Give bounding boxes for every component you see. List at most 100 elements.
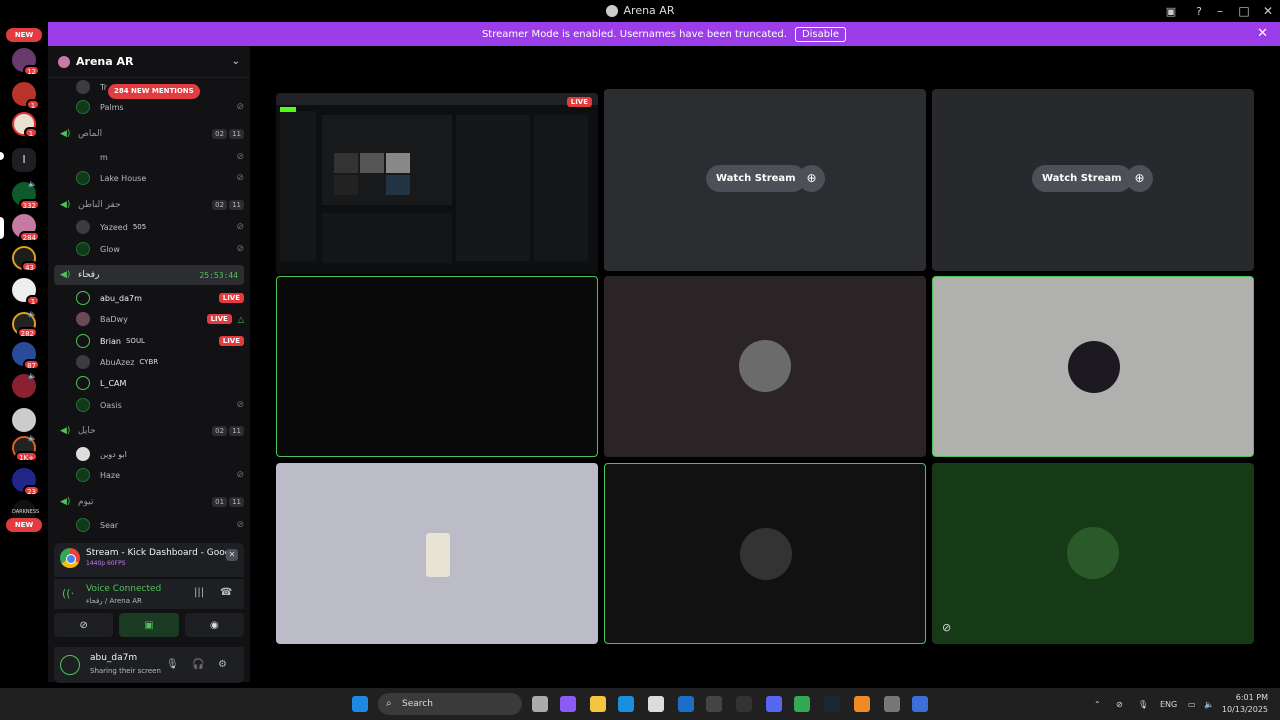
voice-user[interactable]: Glow ⊘ [76,240,244,258]
watch-stream-button[interactable]: Watch Stream [706,165,806,192]
noise-suppression-icon[interactable]: ||| [194,587,204,598]
copilot-icon[interactable] [560,696,576,712]
voice-channel-active[interactable]: ◀) رفحاء 25:53:44 [54,265,244,285]
server-header[interactable]: Arena AR ⌄ [48,46,250,78]
voice-channel[interactable]: ◀) حفر الباطن 02 11 [54,195,244,215]
new-pill[interactable]: NEW [6,28,42,42]
settings-icon[interactable]: ⚙ [218,659,227,670]
speaker-icon: 🔈 [28,310,37,318]
disconnect-icon[interactable]: ☎ [220,587,232,598]
server-icon[interactable]: 12 [12,48,40,76]
watch-stream-button[interactable]: Watch Stream [1032,165,1132,192]
server-icon [58,55,70,68]
voice-user[interactable]: ابو دوين [76,445,244,463]
avatar[interactable] [60,655,80,675]
inbox-icon[interactable]: ▣ [1162,2,1180,20]
close-window-button[interactable]: ✕ [1256,4,1280,18]
voice-user[interactable]: Haze ⊘ [76,466,244,484]
close-banner-icon[interactable]: ✕ [1257,26,1268,41]
microphone-icon[interactable]: 🎙 [166,659,179,670]
edge-icon[interactable] [618,696,634,712]
voice-user[interactable]: L_CAM [76,374,244,392]
minimize-button[interactable]: – [1208,4,1232,18]
voice-user[interactable]: Brian SOUL LIVE [76,332,244,350]
headphones-icon[interactable]: 🎧 [192,659,204,670]
deafened-icon: ⊘ [236,244,244,254]
steam-icon[interactable] [824,696,840,712]
voice-user[interactable]: Tr [76,78,244,96]
store-icon[interactable] [648,696,664,712]
deafened-icon: ⊘ [236,173,244,183]
server-icon[interactable] [12,408,36,432]
chevron-down-icon[interactable]: ⌄ [232,56,240,67]
server-icon[interactable]: 23 [12,468,40,496]
app-icon[interactable] [884,696,900,712]
voice-location: رفحاء / Arena AR [86,597,142,605]
voice-user[interactable]: Yazeed 505 ⊘ [76,218,244,236]
voice-channel[interactable]: ◀) حايل 02 11 [54,421,244,441]
stream-preview-card[interactable]: Stream - Kick Dashboard - Google C... 14… [54,543,244,577]
clock[interactable]: 6:01 PM 10/13/2025 [1222,692,1268,716]
activity-button[interactable]: ◉ [184,613,244,637]
voice-user[interactable]: BaDwy LIVE △ [76,310,244,328]
stream-screenshot [276,93,598,274]
new-pill[interactable]: NEW [6,518,42,532]
voice-user[interactable]: Oasis ⊘ [76,396,244,414]
voice-channel[interactable]: ◀) تيوم 01 11 [54,492,244,512]
maximize-button[interactable]: □ [1232,4,1256,18]
participant-tile[interactable] [604,463,926,644]
signal-icon[interactable]: ((· [62,587,74,600]
voice-user[interactable]: Sear ⊘ [76,516,244,534]
display-icon[interactable]: ▭ [1188,688,1196,720]
volume-icon[interactable]: 🔈 [1204,688,1214,720]
voice-user[interactable]: abu_da7m LIVE [76,289,244,307]
task-view-icon[interactable] [532,696,548,712]
participant-tile[interactable] [932,276,1254,457]
server-icon[interactable]: 1 [12,82,40,110]
screen-share-button[interactable]: ▣ [119,613,179,637]
app-icon[interactable] [854,696,870,712]
tray-chevron-icon[interactable]: ⌃ [1094,688,1101,720]
server-icon[interactable]: 284 [12,214,40,242]
discord-icon[interactable] [766,696,782,712]
microphone-icon[interactable]: 🎙 [1138,688,1148,720]
speaker-icon: ◀) [60,426,71,436]
outlook-icon[interactable] [678,696,694,712]
server-icon[interactable]: 1 [12,278,40,306]
add-to-stage-icon[interactable]: ⊕ [798,165,825,192]
windows-taskbar: ⌕ Search ⌃ ⊘ 🎙 ENG ▭ 🔈 6:01 PM 10/13/2025 [0,688,1280,720]
server-icon[interactable]: 43 [12,246,38,272]
disable-button[interactable]: Disable [794,26,847,42]
ctrl-app-icon[interactable] [736,696,752,712]
participant-tile[interactable]: ⊘ [932,463,1254,644]
start-icon[interactable] [352,696,368,712]
help-icon[interactable]: ? [1190,2,1208,20]
voice-user[interactable]: m ⊘ [76,148,244,166]
voice-channel[interactable]: ◀) الماص 02 11 [54,124,244,144]
server-icon[interactable]: l [12,148,36,172]
stream-tile[interactable]: Watch Stream ⊕ [932,89,1254,271]
wifi-off-icon[interactable]: ⊘ [1116,688,1123,720]
language-indicator[interactable]: ENG [1160,688,1177,720]
search-box[interactable]: ⌕ Search [378,693,522,715]
participant-tile[interactable] [276,276,598,457]
voice-user[interactable]: Palms ⊘ [76,98,244,116]
avatar [76,171,90,185]
app-icon[interactable] [912,696,928,712]
stop-stream-icon[interactable]: ✕ [226,549,238,561]
participant-tile[interactable] [604,276,926,457]
participant-tile[interactable] [276,463,598,644]
voice-user[interactable]: AbuAzez CYBR [76,353,244,371]
stream-tile[interactable]: Watch Stream ⊕ [604,89,926,271]
camera-off-button[interactable]: ⊘ [54,613,114,637]
speaker-icon: ◀) [60,270,71,280]
stream-tile[interactable]: LIVE [276,93,598,274]
server-icon[interactable]: 87 [12,342,40,370]
file-explorer-icon[interactable] [590,696,606,712]
app-icon[interactable] [706,696,722,712]
chrome-icon[interactable] [794,696,810,712]
server-icon[interactable]: 1 [12,112,38,138]
voice-user[interactable]: Lake House ⊘ [76,169,244,187]
add-to-stage-icon[interactable]: ⊕ [1126,165,1153,192]
discord-app: Arena AR ▣ ? – □ ✕ Streamer Mode is enab… [0,0,1280,720]
